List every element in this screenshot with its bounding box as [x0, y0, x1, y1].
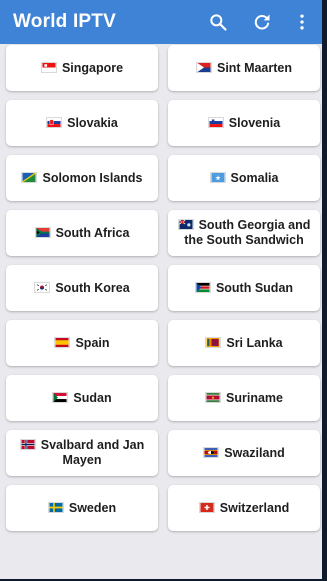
country-label: Spain [75, 335, 110, 350]
country-label: Sri Lanka [226, 335, 283, 350]
slovenia-flag-icon [207, 116, 224, 128]
solomon-islands-flag-icon [21, 171, 38, 183]
country-label: Sudan [73, 390, 112, 405]
south-sudan-flag-icon [194, 281, 211, 293]
app-title: World IPTV [13, 11, 116, 32]
south-georgia-flag-icon [177, 219, 194, 230]
svalbard-flag-icon [19, 439, 36, 450]
country-card-solomon-islands[interactable]: Solomon Islands [6, 155, 158, 201]
more-vert-icon [300, 14, 304, 30]
country-label: Suriname [226, 390, 283, 405]
sudan-flag-icon [52, 391, 69, 403]
country-card-svalbard[interactable]: Svalbard and Jan Mayen [6, 430, 158, 476]
country-card-sint-maarten[interactable]: Sint Maarten [168, 45, 320, 91]
country-card-south-sudan[interactable]: South Sudan [168, 265, 320, 311]
country-label: Solomon Islands [42, 170, 143, 185]
country-card-sweden[interactable]: Sweden [6, 485, 158, 531]
country-card-suriname[interactable]: Suriname [168, 375, 320, 421]
country-card-south-korea[interactable]: South Korea [6, 265, 158, 311]
country-grid: Singapore Sint Maarten Slovakia Slovenia… [6, 45, 321, 531]
country-label: Swaziland [224, 445, 285, 460]
somalia-flag-icon [209, 171, 226, 183]
country-card-spain[interactable]: Spain [6, 320, 158, 366]
country-label: Sweden [68, 500, 117, 515]
country-card-slovenia[interactable]: Slovenia [168, 100, 320, 146]
window-frame-right [322, 0, 327, 581]
switzerland-flag-icon [198, 501, 215, 513]
country-label: Switzerland [219, 500, 290, 515]
country-label: Somalia [230, 170, 279, 185]
overflow-menu-button[interactable] [292, 8, 312, 36]
country-label: South Africa [55, 225, 130, 240]
country-label: Singapore [61, 60, 124, 75]
sweden-flag-icon [47, 501, 64, 513]
app-bar: World IPTV [0, 0, 322, 44]
country-card-swaziland[interactable]: Swaziland [168, 430, 320, 476]
country-card-slovakia[interactable]: Slovakia [6, 100, 158, 146]
slovakia-flag-icon [46, 116, 63, 128]
country-card-switzerland[interactable]: Switzerland [168, 485, 320, 531]
country-label: South Korea [55, 280, 130, 295]
country-card-south-africa[interactable]: South Africa [6, 210, 158, 256]
refresh-button[interactable] [248, 8, 276, 36]
country-card-somalia[interactable]: Somalia [168, 155, 320, 201]
country-label: Slovakia [67, 115, 118, 130]
country-label: Sint Maarten [216, 60, 292, 75]
singapore-flag-icon [40, 61, 57, 73]
sri-lanka-flag-icon [205, 336, 222, 348]
sint-maarten-flag-icon [195, 61, 212, 73]
south-korea-flag-icon [34, 281, 51, 293]
search-icon [210, 14, 227, 31]
country-card-south-georgia[interactable]: South Georgia and the South Sandwich [168, 210, 320, 256]
country-card-singapore[interactable]: Singapore [6, 45, 158, 91]
country-label: Svalbard and Jan Mayen [40, 438, 145, 467]
suriname-flag-icon [205, 391, 222, 403]
south-africa-flag-icon [34, 226, 51, 238]
country-card-sudan[interactable]: Sudan [6, 375, 158, 421]
country-card-sri-lanka[interactable]: Sri Lanka [168, 320, 320, 366]
search-button[interactable] [204, 8, 232, 36]
swaziland-flag-icon [203, 446, 220, 458]
country-label: Slovenia [228, 115, 281, 130]
country-label: South Georgia and the South Sandwich [184, 218, 311, 247]
country-label: South Sudan [215, 280, 294, 295]
refresh-icon [254, 14, 270, 30]
spain-flag-icon [54, 336, 71, 348]
